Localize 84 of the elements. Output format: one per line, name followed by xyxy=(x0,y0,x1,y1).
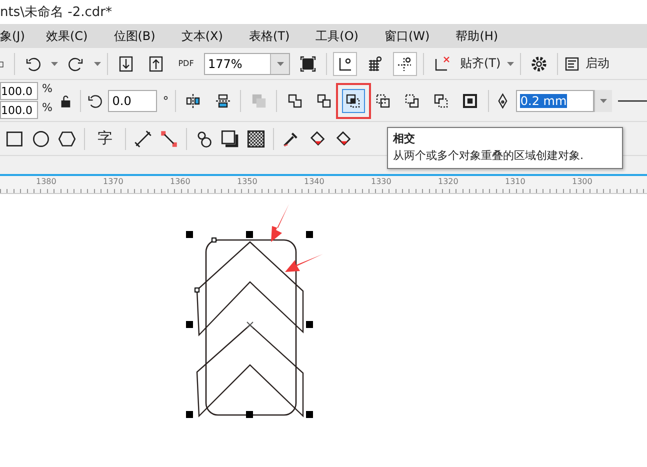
front-minus-back-icon xyxy=(404,92,420,108)
ruler-label: 1300 xyxy=(572,177,592,186)
zoom-field[interactable]: 177% xyxy=(204,52,290,74)
selection-handle[interactable] xyxy=(306,231,313,238)
ruler-label: 1340 xyxy=(304,177,324,186)
caret-icon xyxy=(51,62,58,66)
menu-item[interactable]: 效果(C) xyxy=(46,28,88,44)
menu-item[interactable]: 象(J) xyxy=(0,28,46,44)
tooltip-description: 从两个或多个对象重叠的区域创建对象. xyxy=(393,148,584,163)
snap-off-icon xyxy=(434,56,450,72)
undo-icon xyxy=(25,56,41,72)
text-tool[interactable]: 字 xyxy=(93,126,117,150)
scale-x-field[interactable]: 100.0 xyxy=(0,82,38,100)
rectangle-tool-icon xyxy=(6,130,24,148)
mirror-horizontal-icon xyxy=(185,92,202,108)
ruler-label: 1360 xyxy=(170,177,190,186)
rotation-field[interactable]: 0.0 xyxy=(108,90,157,112)
polygon-tool-icon xyxy=(58,130,76,148)
connector-tool-icon xyxy=(160,130,178,148)
selection-handle[interactable] xyxy=(186,411,193,418)
drop-shadow-tool-icon xyxy=(221,130,239,148)
pointer-arrow xyxy=(285,254,323,272)
menu-item[interactable]: 位图(B) xyxy=(114,28,156,44)
menu-item[interactable]: 帮助(H) xyxy=(456,28,498,44)
outline-width-field[interactable]: 0.2 mm xyxy=(516,90,594,112)
eyedropper-tool-icon xyxy=(282,130,300,148)
launch-icon xyxy=(564,56,580,72)
launch-label[interactable]: 启动 xyxy=(586,55,610,72)
blend-tool-icon xyxy=(195,130,213,148)
node-handle[interactable] xyxy=(212,238,216,242)
degree-label: ° xyxy=(162,94,169,108)
pdf-button[interactable]: PDF xyxy=(174,52,198,76)
ruler-label: 1350 xyxy=(237,177,258,186)
combine-icon xyxy=(250,92,267,108)
trim-icon xyxy=(316,92,332,108)
fill-tool-icon xyxy=(308,130,326,148)
scale-y-field[interactable]: 100.0 xyxy=(0,101,38,119)
percent-label: % xyxy=(42,101,52,116)
caret-icon xyxy=(276,62,284,66)
import-icon xyxy=(118,56,134,72)
intersect-icon xyxy=(345,92,362,108)
selection-handle[interactable] xyxy=(246,231,253,238)
rotate-icon xyxy=(86,92,102,108)
full-screen-icon xyxy=(300,56,316,72)
fill-tool-icon xyxy=(334,130,352,148)
back-minus-front-icon xyxy=(433,92,450,108)
caret-icon xyxy=(600,98,607,102)
caret-icon xyxy=(94,62,101,66)
weld-icon xyxy=(286,92,303,108)
menu-item[interactable]: 表格(T) xyxy=(248,28,290,44)
ruler-label: 1320 xyxy=(438,177,458,186)
export-icon xyxy=(148,56,164,72)
settings-icon xyxy=(530,54,548,72)
ruler-label: 1330 xyxy=(371,177,392,186)
guidelines-button[interactable] xyxy=(393,52,417,76)
node-handle[interactable] xyxy=(194,288,200,292)
ellipse-tool-icon xyxy=(32,130,50,148)
ruler-label: 1370 xyxy=(103,177,124,186)
selection-handle[interactable] xyxy=(246,411,253,418)
snap-to-dropdown[interactable]: 贴齐(T) xyxy=(460,55,501,72)
center-marker xyxy=(246,322,254,328)
menu-item[interactable]: 工具(O) xyxy=(316,28,358,44)
selection-handle[interactable] xyxy=(306,321,313,328)
dimension-tool-icon xyxy=(134,130,152,148)
selection-handle[interactable] xyxy=(186,321,193,328)
ruler-icon xyxy=(337,56,353,72)
grid-icon xyxy=(367,56,383,72)
line-style-icon xyxy=(618,100,647,102)
menu-item[interactable]: 文本(X) xyxy=(181,28,223,44)
ruler-label: 1310 xyxy=(505,177,526,186)
percent-label: % xyxy=(42,82,52,97)
rulers-button[interactable] xyxy=(333,52,357,76)
tooltip-title: 相交 xyxy=(393,131,416,146)
selection-handle[interactable] xyxy=(186,231,193,238)
boundary-icon xyxy=(462,92,478,108)
redo-icon xyxy=(68,56,84,72)
ruler-label: 1380 xyxy=(36,177,56,186)
caret-icon xyxy=(506,62,514,66)
simplify-icon xyxy=(374,92,391,108)
guideline-icon xyxy=(397,56,413,72)
selection-handle[interactable] xyxy=(306,411,313,418)
transparency-tool-icon xyxy=(247,130,265,148)
mirror-vertical-icon xyxy=(214,92,231,108)
menu-item[interactable]: 窗口(W) xyxy=(384,28,430,44)
